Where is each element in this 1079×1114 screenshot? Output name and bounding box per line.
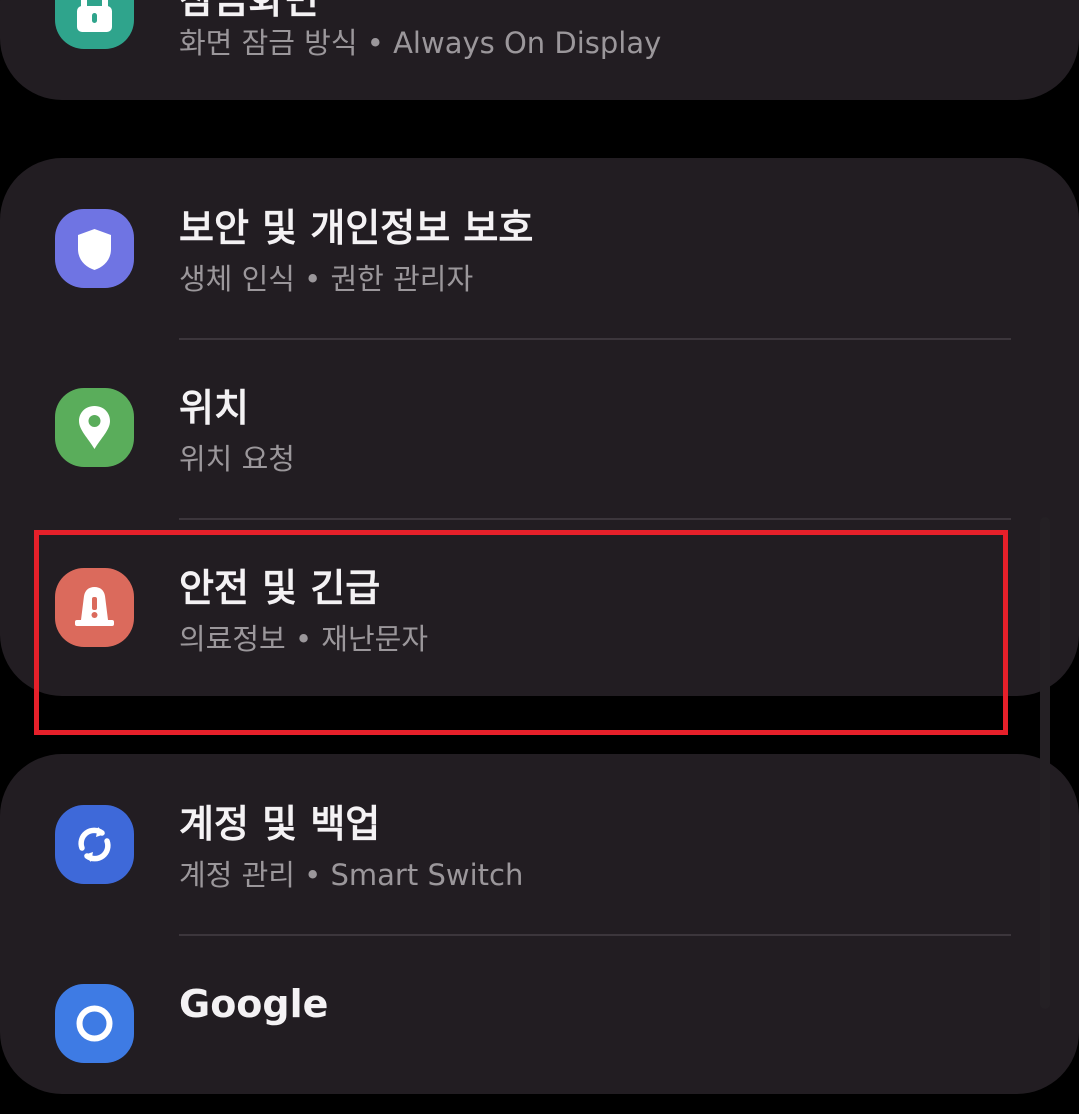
accounts-backup-title: 계정 및 백업 bbox=[179, 802, 381, 846]
highlight-box bbox=[34, 530, 1008, 735]
settings-item-location[interactable]: 위치 위치 요청 bbox=[0, 338, 1079, 518]
location-pin-icon bbox=[55, 388, 134, 467]
scrollbar[interactable] bbox=[1040, 517, 1050, 1009]
separator: • bbox=[294, 262, 331, 296]
settings-item-security-privacy[interactable]: 보안 및 개인정보 보호 생체 인식 • 권한 관리자 bbox=[0, 158, 1079, 338]
sync-icon bbox=[55, 805, 134, 884]
subtitle-part: 화면 잠금 방식 bbox=[179, 26, 358, 60]
separator: • bbox=[357, 26, 394, 60]
security-privacy-title: 보안 및 개인정보 보호 bbox=[179, 206, 534, 250]
location-subtitle: 위치 요청 bbox=[179, 441, 295, 477]
settings-item-lock-screen[interactable]: 잠금화면 화면 잠금 방식 • Always On Display bbox=[0, 0, 1079, 100]
lock-screen-subtitle: 화면 잠금 방식 • Always On Display bbox=[179, 25, 661, 61]
google-title: Google bbox=[179, 982, 329, 1026]
location-title: 위치 bbox=[179, 386, 249, 430]
settings-item-google[interactable]: Google bbox=[0, 934, 1079, 1114]
subtitle-part: 계정 관리 bbox=[179, 858, 295, 892]
google-icon bbox=[55, 984, 134, 1063]
security-privacy-subtitle: 생체 인식 • 권한 관리자 bbox=[179, 261, 473, 297]
subtitle-part: 권한 관리자 bbox=[330, 262, 474, 296]
subtitle-part: Smart Switch bbox=[330, 858, 524, 892]
separator: • bbox=[294, 858, 331, 892]
subtitle-part: 생체 인식 bbox=[179, 262, 295, 296]
shield-icon bbox=[55, 209, 134, 288]
subtitle-part: Always On Display bbox=[393, 26, 662, 60]
settings-item-accounts-backup[interactable]: 계정 및 백업 계정 관리 • Smart Switch bbox=[0, 754, 1079, 934]
accounts-backup-subtitle: 계정 관리 • Smart Switch bbox=[179, 857, 523, 893]
lock-screen-title: 잠금화면 bbox=[179, 0, 319, 22]
lock-icon bbox=[55, 0, 134, 49]
subtitle-part: 위치 요청 bbox=[179, 442, 295, 476]
